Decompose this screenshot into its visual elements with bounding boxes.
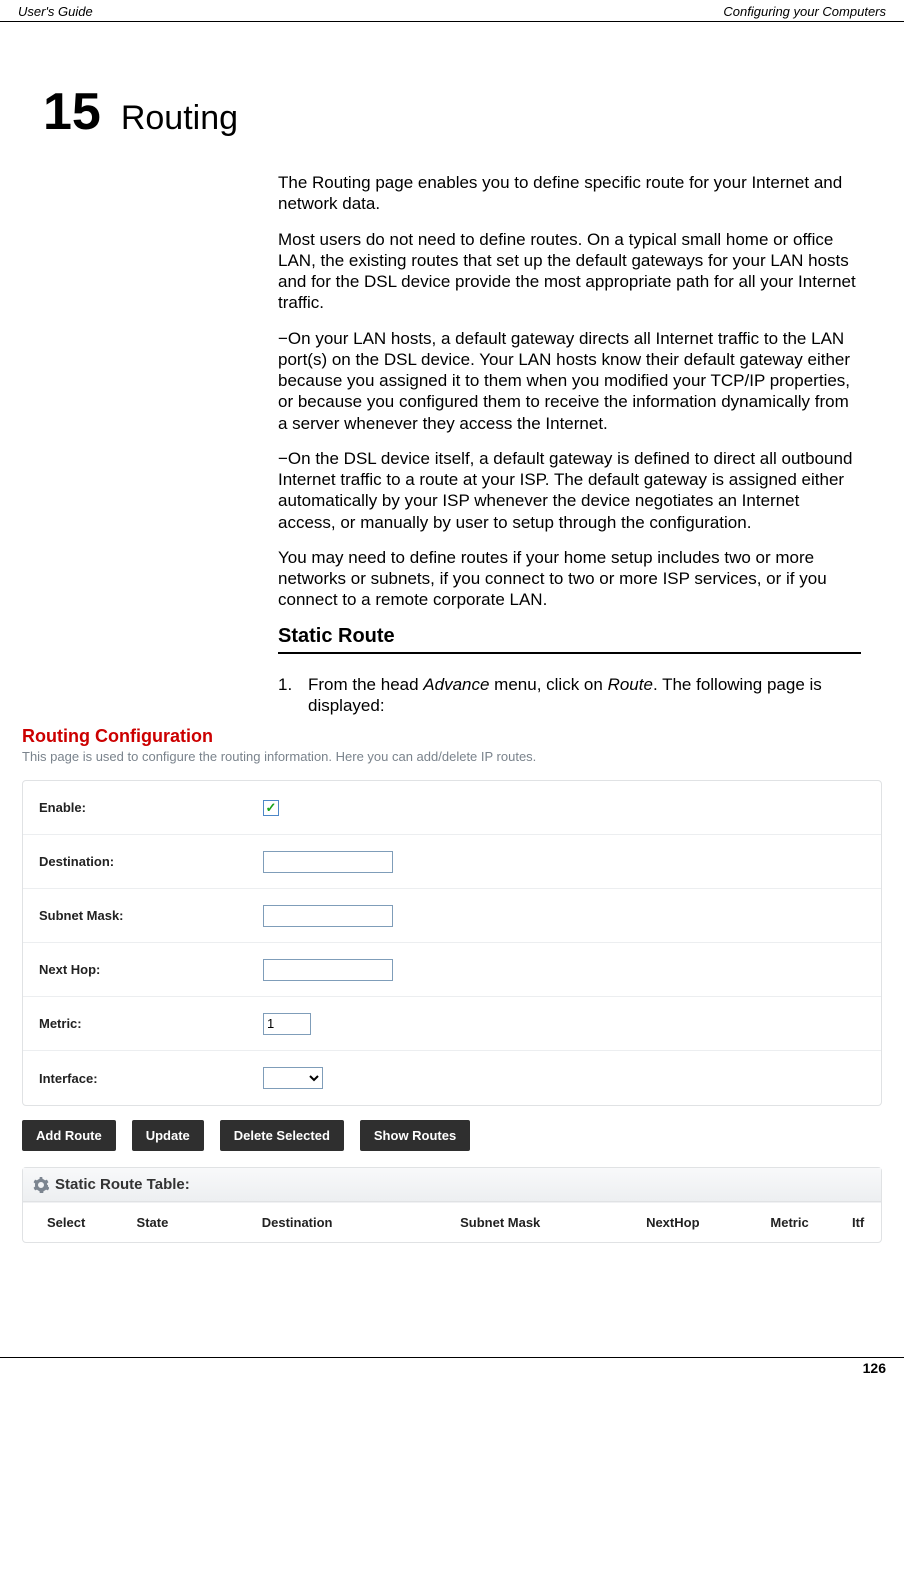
label-next-hop: Next Hop: [23, 962, 261, 977]
row-subnet-mask: Subnet Mask: [23, 889, 881, 943]
th-nexthop: NextHop [602, 1203, 744, 1243]
delete-selected-button[interactable]: Delete Selected [220, 1120, 344, 1151]
destination-input[interactable] [263, 851, 393, 873]
enable-checkbox[interactable]: ✓ [263, 800, 279, 816]
chapter-heading: 15 Routing [18, 82, 886, 142]
static-route-table: Select State Destination Subnet Mask Nex… [23, 1202, 881, 1242]
content-area: 15 Routing The Routing page enables you … [0, 22, 904, 716]
th-subnet-mask: Subnet Mask [399, 1203, 602, 1243]
th-state: State [109, 1203, 195, 1243]
static-route-table-panel: Static Route Table: Select State Destina… [22, 1167, 882, 1243]
interface-select[interactable] [263, 1067, 323, 1089]
chapter-title: Routing [121, 99, 238, 138]
th-destination: Destination [196, 1203, 399, 1243]
table-header-row: Select State Destination Subnet Mask Nex… [23, 1203, 881, 1243]
page-number: 126 [863, 1360, 886, 1376]
static-route-table-title: Static Route Table: [55, 1176, 190, 1193]
paragraph-intro: The Routing page enables you to define s… [278, 172, 861, 215]
step-1: 1. From the head Advance menu, click on … [278, 674, 861, 717]
label-interface: Interface: [23, 1071, 261, 1086]
th-metric: Metric [744, 1203, 835, 1243]
paragraph-most-users: Most users do not need to define routes.… [278, 229, 861, 314]
route-menu-item: Route [608, 675, 653, 694]
header-left: User's Guide [18, 4, 93, 19]
routing-form-panel: Enable: ✓ Destination: Subnet Mask: Next… [22, 780, 882, 1106]
row-destination: Destination: [23, 835, 881, 889]
paragraph-dsl-device: −On the DSL device itself, a default gat… [278, 448, 861, 533]
page-header: User's Guide Configuring your Computers [0, 0, 904, 22]
label-metric: Metric: [23, 1016, 261, 1031]
static-route-table-title-bar: Static Route Table: [23, 1168, 881, 1202]
row-enable: Enable: ✓ [23, 781, 881, 835]
body-text: The Routing page enables you to define s… [278, 172, 861, 716]
page-footer: 126 [0, 1357, 904, 1376]
show-routes-button[interactable]: Show Routes [360, 1120, 470, 1151]
row-interface: Interface: [23, 1051, 881, 1105]
advance-menu: Advance [423, 675, 489, 694]
gear-icon [33, 1177, 49, 1193]
subnet-mask-input[interactable] [263, 905, 393, 927]
metric-input[interactable] [263, 1013, 311, 1035]
paragraph-lan-hosts: −On your LAN hosts, a default gateway di… [278, 328, 861, 434]
button-row: Add Route Update Delete Selected Show Ro… [22, 1120, 882, 1151]
paragraph-may-need: You may need to define routes if your ho… [278, 547, 861, 611]
label-subnet-mask: Subnet Mask: [23, 908, 261, 923]
label-enable: Enable: [23, 800, 261, 815]
th-select: Select [23, 1203, 109, 1243]
label-destination: Destination: [23, 854, 261, 869]
routing-config-title: Routing Configuration [22, 726, 882, 747]
add-route-button[interactable]: Add Route [22, 1120, 116, 1151]
chapter-number: 15 [43, 82, 101, 142]
th-itf: Itf [835, 1203, 881, 1243]
row-metric: Metric: [23, 997, 881, 1051]
step-number: 1. [278, 674, 308, 717]
next-hop-input[interactable] [263, 959, 393, 981]
header-right: Configuring your Computers [723, 4, 886, 19]
section-static-route: Static Route [278, 625, 861, 654]
step-text: From the head Advance menu, click on Rou… [308, 674, 861, 717]
routing-config-desc: This page is used to configure the routi… [22, 749, 882, 764]
routing-config-screenshot: Routing Configuration This page is used … [18, 722, 886, 1247]
row-next-hop: Next Hop: [23, 943, 881, 997]
update-button[interactable]: Update [132, 1120, 204, 1151]
